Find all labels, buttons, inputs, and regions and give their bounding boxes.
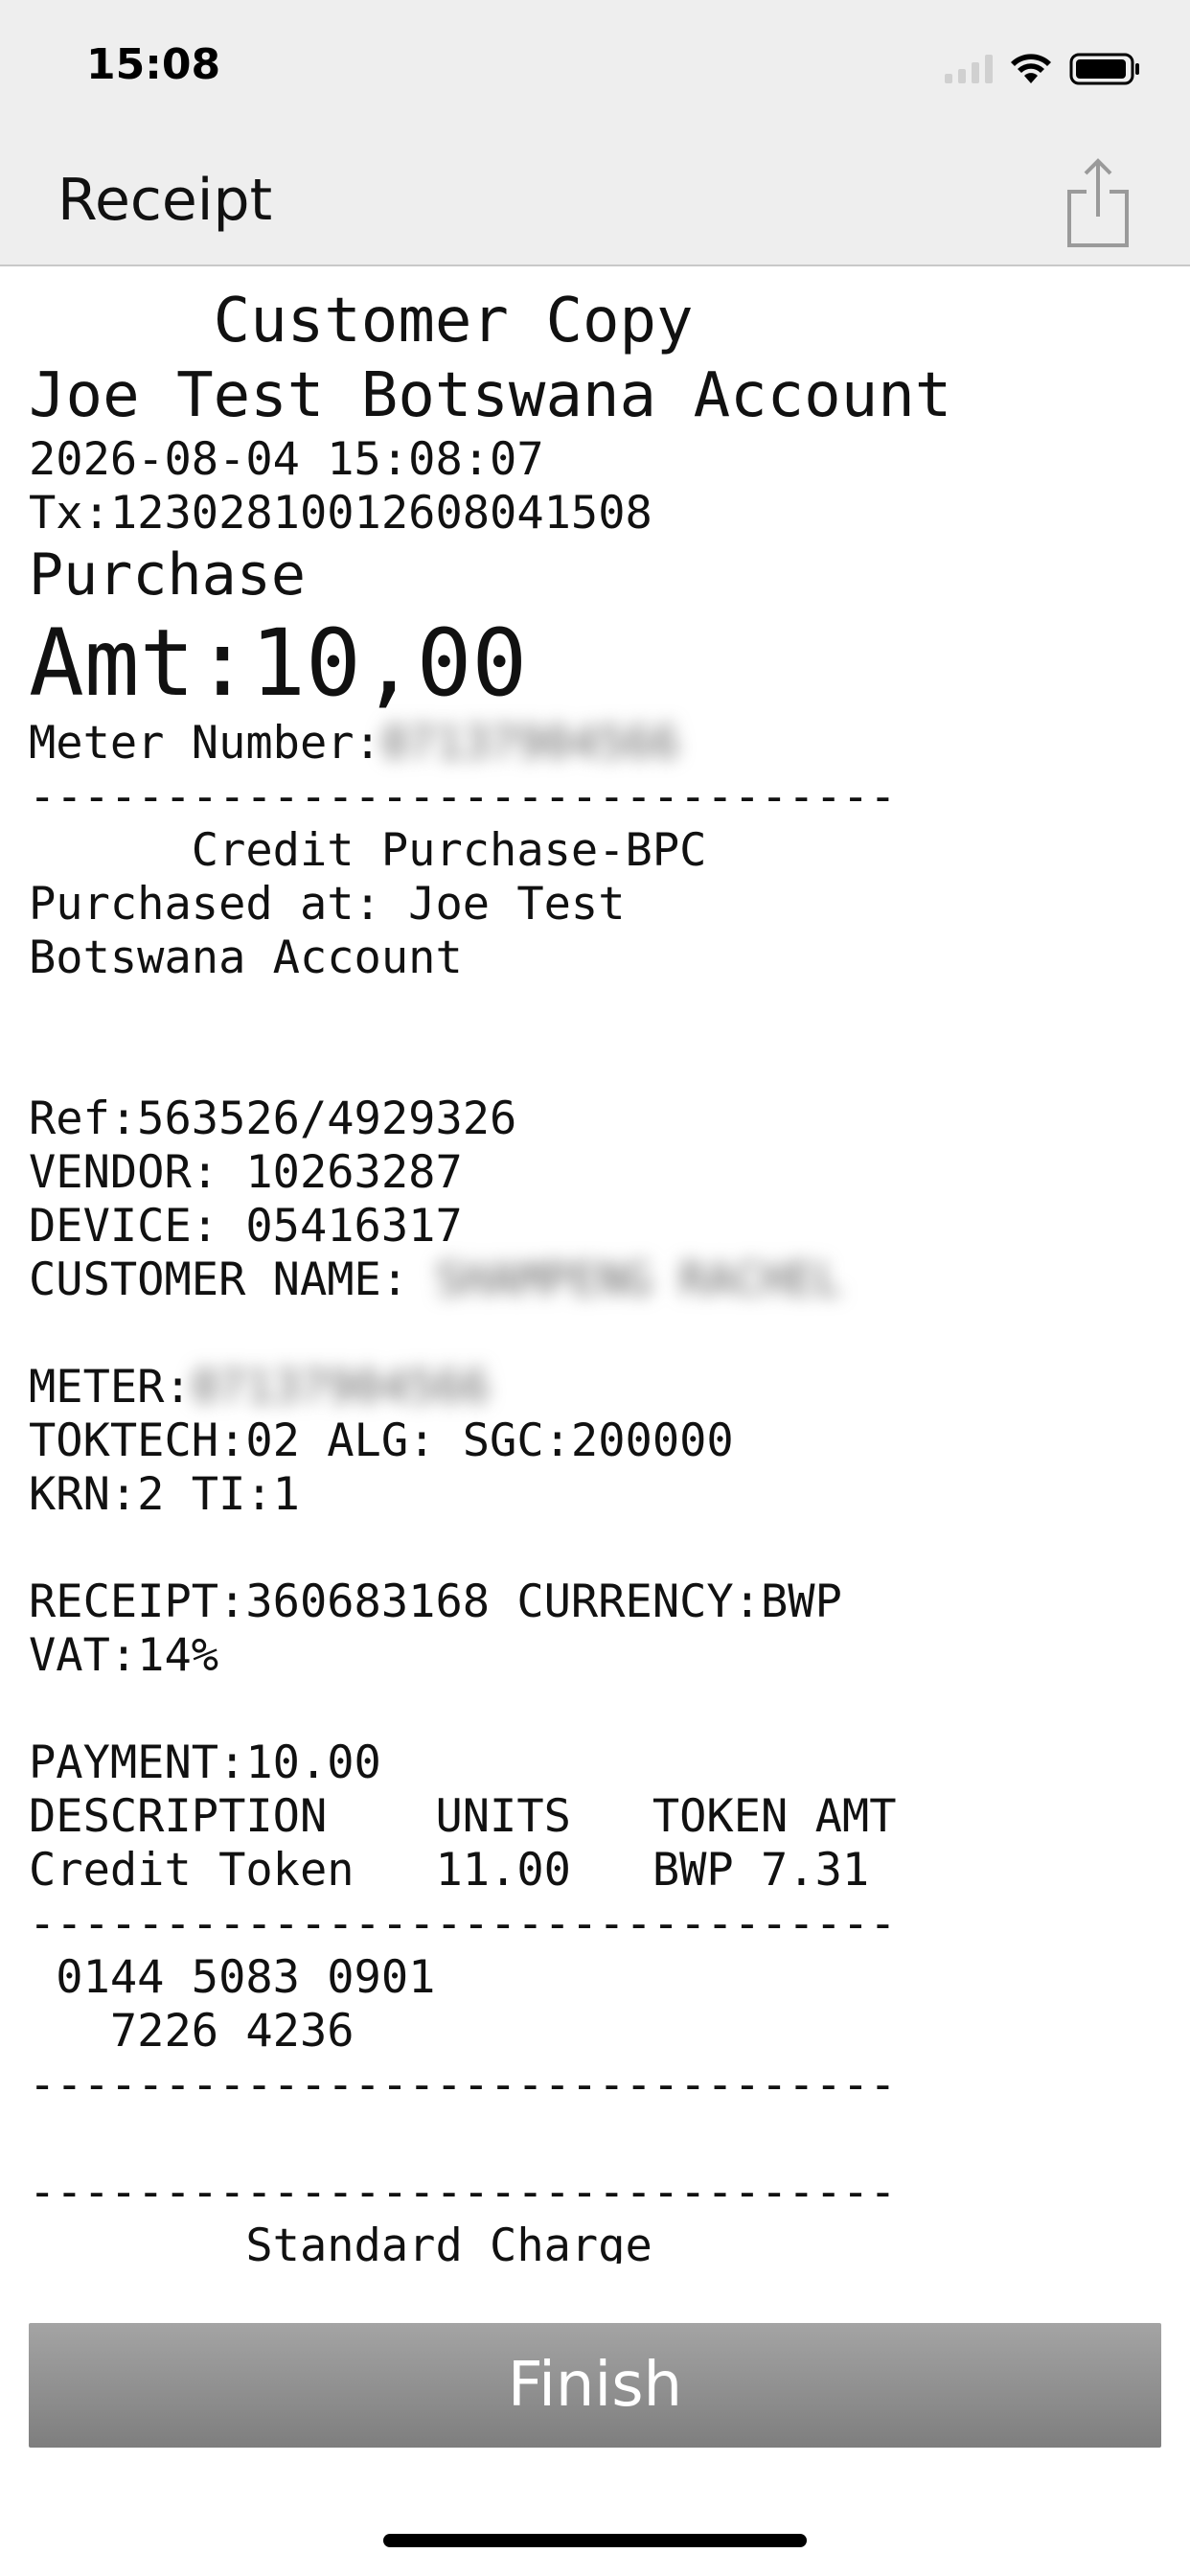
receipt-line: DESCRIPTION UNITS TOKEN AMT <box>29 1790 1169 1844</box>
receipt-line-text: VAT:14% <box>29 1629 219 1682</box>
redacted-value: 07137904566 <box>191 1361 491 1414</box>
receipt-line <box>29 1522 1169 1576</box>
receipt-line-text: Credit Token 11.00 BWP 7.31 <box>29 1844 870 1897</box>
receipt-line <box>29 1039 1169 1092</box>
signal-icon <box>945 55 993 83</box>
receipt-line-text: PAYMENT:10.00 <box>29 1736 381 1789</box>
receipt-line: -------------------------------- <box>29 2166 1169 2220</box>
receipt-line-text: DESCRIPTION UNITS TOKEN AMT <box>29 1790 897 1843</box>
receipt-line: PAYMENT:10.00 <box>29 1736 1169 1790</box>
receipt-line-text: -------------------------------- <box>29 770 897 823</box>
share-icon <box>1067 158 1129 247</box>
receipt-line: RECEIPT:360683168 CURRENCY:BWP <box>29 1576 1169 1629</box>
receipt-line: Standard Charge <box>29 2220 1169 2264</box>
receipt-line: VENDOR: 10263287 <box>29 1146 1169 1200</box>
receipt-line: Meter Number:07137904566 <box>29 717 1169 770</box>
status-time: 15:08 <box>86 40 221 89</box>
receipt-line: 0144 5083 0901 <box>29 1951 1169 2005</box>
receipt-line-text: Purchase <box>29 541 306 609</box>
receipt-line: Joe Test Botswana Account <box>29 358 1169 433</box>
receipt-line: 2026-08-04 15:08:07 <box>29 433 1169 487</box>
receipt-line-text: Botswana Account <box>29 932 463 984</box>
receipt-line-text: RECEIPT:360683168 CURRENCY:BWP <box>29 1576 842 1628</box>
receipt-line-text: CUSTOMER NAME: <box>29 1254 436 1306</box>
receipt-line-text: -------------------------------- <box>29 1898 897 1950</box>
receipt-line: DEVICE: 05416317 <box>29 1200 1169 1254</box>
receipt-line-text: 0144 5083 0901 <box>29 1951 436 2004</box>
receipt-line-text: Standard Charge <box>29 2220 652 2264</box>
redacted-value: SHAMPENG RACHEL <box>435 1254 842 1306</box>
finish-button[interactable]: Finish <box>29 2323 1161 2448</box>
receipt-line: Credit Token 11.00 BWP 7.31 <box>29 1844 1169 1898</box>
nav-bar: Receipt <box>0 144 1190 266</box>
receipt-line: Ref:563526/4929326 <box>29 1092 1169 1146</box>
receipt-line-text: VENDOR: 10263287 <box>29 1146 463 1199</box>
receipt-line: Botswana Account <box>29 932 1169 985</box>
receipt-line: KRN:2 TI:1 <box>29 1468 1169 1522</box>
receipt-line <box>29 1307 1169 1361</box>
redacted-value: 07137904566 <box>380 717 680 770</box>
receipt-line <box>29 1683 1169 1736</box>
receipt-line: Customer Copy <box>29 284 1169 358</box>
receipt-line: TOKTECH:02 ALG: SGC:200000 <box>29 1414 1169 1468</box>
receipt-content: Customer Copy Joe Test Botswana Account 20… <box>29 284 1169 2264</box>
receipt-line-text: Joe Test Botswana Account <box>29 360 952 431</box>
receipt-line-text: DEVICE: 05416317 <box>29 1200 463 1253</box>
receipt-line-text: 7226 4236 <box>29 2005 355 2058</box>
receipt-line: Tx:12302810012608041508 <box>29 487 1169 540</box>
receipt-line: VAT:14% <box>29 1629 1169 1683</box>
receipt-line: Purchase <box>29 540 1169 610</box>
receipt-line-text: TOKTECH:02 ALG: SGC:200000 <box>29 1414 734 1467</box>
receipt-line <box>29 2112 1169 2166</box>
receipt-line: 7226 4236 <box>29 2005 1169 2058</box>
receipt-line-text: Meter Number: <box>29 717 381 770</box>
page-title: Receipt <box>57 167 273 234</box>
receipt-line-text: -------------------------------- <box>29 2058 897 2111</box>
receipt-line: METER:07137904566 <box>29 1361 1169 1414</box>
status-icons <box>945 50 1142 88</box>
receipt-line-text: -------------------------------- <box>29 2166 897 2219</box>
receipt-line: -------------------------------- <box>29 770 1169 824</box>
receipt-line: -------------------------------- <box>29 1898 1169 1951</box>
share-button[interactable] <box>1060 155 1136 251</box>
status-bar: 15:08 <box>0 0 1190 144</box>
receipt-line: Credit Purchase-BPC <box>29 824 1169 878</box>
home-indicator <box>383 2534 807 2547</box>
receipt-line <box>29 985 1169 1039</box>
receipt-line-text: Customer Copy <box>29 286 694 356</box>
wifi-icon <box>1011 54 1051 83</box>
receipt-line-text: Purchased at: Joe Test <box>29 878 626 931</box>
receipt-line-text: METER: <box>29 1361 192 1414</box>
receipt-line: CUSTOMER NAME: SHAMPENG RACHEL <box>29 1254 1169 1307</box>
receipt-line: Amt:10,00 <box>29 610 1169 717</box>
receipt-line-text: KRN:2 TI:1 <box>29 1468 300 1521</box>
receipt-line-text: 2026-08-04 15:08:07 <box>29 433 544 486</box>
receipt-line-text: Credit Purchase-BPC <box>29 824 707 877</box>
receipt-line-text: Amt:10,00 <box>29 610 528 717</box>
receipt-line: -------------------------------- <box>29 2058 1169 2112</box>
receipt-line-text: Ref:563526/4929326 <box>29 1092 517 1145</box>
battery-icon <box>1069 53 1139 85</box>
receipt-line-text: Tx:12302810012608041508 <box>29 487 652 540</box>
receipt-line: Purchased at: Joe Test <box>29 878 1169 932</box>
